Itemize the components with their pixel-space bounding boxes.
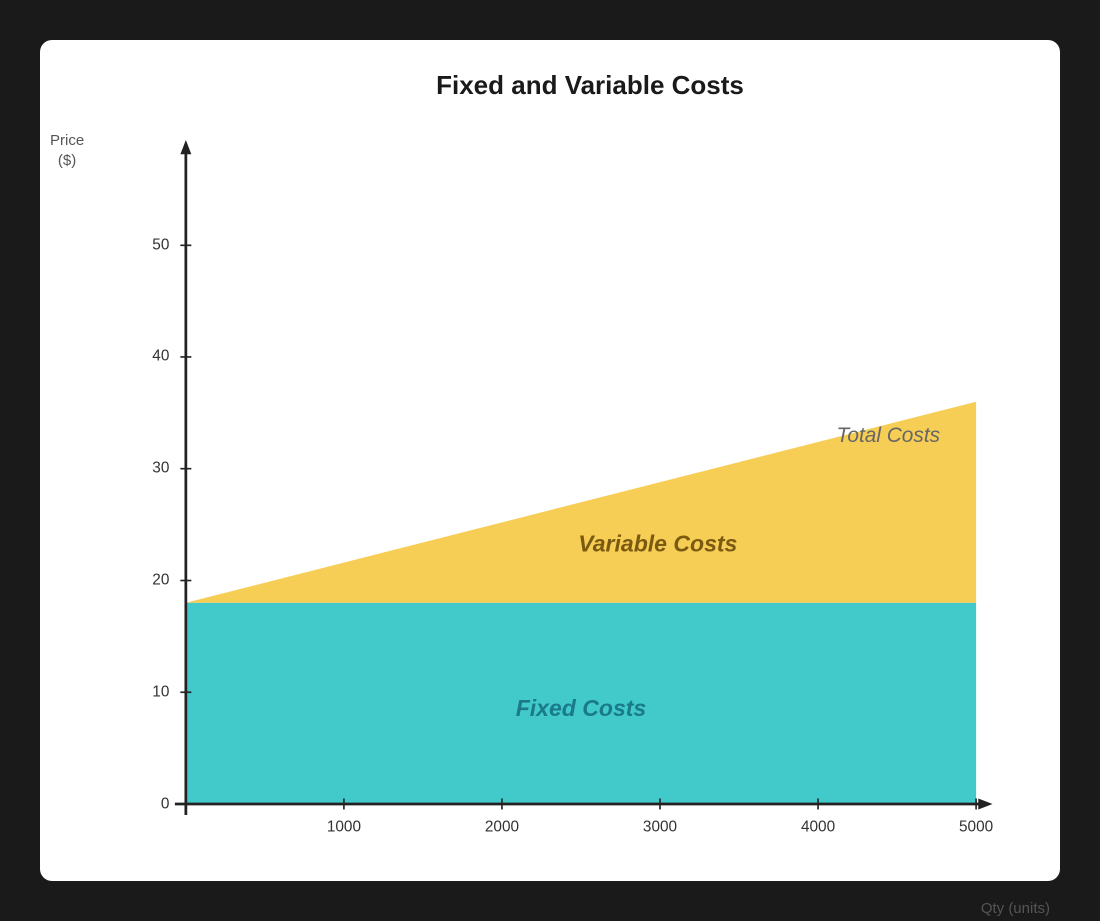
total-costs-label: Total Costs [837,424,941,447]
y-label-10: 10 [152,683,169,700]
x-label-3000: 3000 [643,818,677,835]
y-label-40: 40 [152,348,169,365]
variable-costs-label: Variable Costs [578,531,737,557]
x-axis-arrow [978,798,992,809]
x-label-4000: 4000 [801,818,835,835]
chart-area: Price($) Qty (units) [120,121,1020,872]
main-svg: 0 10 20 30 40 50 1000 2000 [120,121,1020,872]
y-axis-arrow [180,140,191,154]
chart-container: Fixed and Variable Costs Price($) Qty (u… [40,40,1060,881]
y-label-0: 0 [161,795,170,812]
x-label-5000: 5000 [959,818,993,835]
y-label-50: 50 [152,237,169,254]
x-label-2000: 2000 [485,818,519,835]
y-label-20: 20 [152,571,169,588]
y-label-30: 30 [152,460,169,477]
x-label-1000: 1000 [327,818,361,835]
fixed-costs-label: Fixed Costs [516,695,647,721]
chart-title: Fixed and Variable Costs [436,70,744,101]
x-axis-label: Qty (units) [981,900,1050,917]
y-axis-label: Price($) [50,131,84,170]
